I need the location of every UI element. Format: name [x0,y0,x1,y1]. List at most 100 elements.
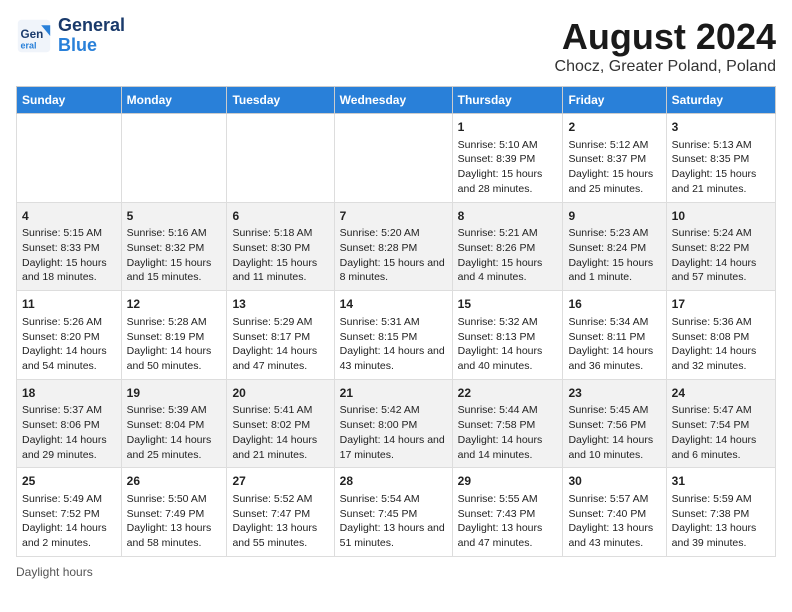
logo: Gen eral General Blue [16,16,125,56]
header-row: SundayMondayTuesdayWednesdayThursdayFrid… [17,87,776,114]
day-info: Sunrise: 5:28 AMSunset: 8:19 PMDaylight:… [127,315,222,374]
day-number: 5 [127,208,222,225]
day-info: Sunrise: 5:42 AMSunset: 8:00 PMDaylight:… [340,403,447,462]
day-cell-empty-2 [227,114,334,203]
day-cell-24: 24Sunrise: 5:47 AMSunset: 7:54 PMDayligh… [666,379,775,468]
day-info: Sunrise: 5:23 AMSunset: 8:24 PMDaylight:… [568,226,660,285]
day-cell-15: 15 Sunrise: 5:32 AMSunset: 8:13 PMDayligh… [452,291,563,380]
day-info: Sunrise: 5:18 AMSunset: 8:30 PMDaylight:… [232,226,328,285]
main-title: August 2024 [555,16,776,58]
subtitle: Chocz, Greater Poland, Poland [555,58,776,76]
svg-text:eral: eral [21,40,37,50]
day-number: 1 [458,119,558,136]
day-cell-8: 8Sunrise: 5:21 AMSunset: 8:26 PMDaylight… [452,202,563,291]
week-row-1: 1 Sunrise: 5:10 AMSunset: 8:39 PMDaylight… [17,114,776,203]
day-info: Sunrise: 5:20 AMSunset: 8:28 PMDaylight:… [340,226,447,285]
day-number: 15 [458,296,558,313]
day-info: Sunrise: 5:34 AMSunset: 8:11 PMDaylight:… [568,315,660,374]
day-number: 25 [22,473,116,490]
logo-line1: General [58,16,125,36]
day-info: Sunrise: 5:45 AMSunset: 7:56 PMDaylight:… [568,403,660,462]
day-number: 29 [458,473,558,490]
logo-line2: Blue [58,36,125,56]
week-row-4: 18Sunrise: 5:37 AMSunset: 8:06 PMDayligh… [17,379,776,468]
title-area: August 2024 Chocz, Greater Poland, Polan… [555,16,776,76]
day-cell-29: 29Sunrise: 5:55 AMSunset: 7:43 PMDayligh… [452,468,563,557]
day-info: Sunrise: 5:54 AMSunset: 7:45 PMDaylight:… [340,492,447,551]
footer-text: Daylight hours [16,565,93,579]
day-cell-4: 4Sunrise: 5:15 AMSunset: 8:33 PMDaylight… [17,202,122,291]
day-number: 23 [568,385,660,402]
col-header-tuesday: Tuesday [227,87,334,114]
day-number: 9 [568,208,660,225]
day-info: Sunrise: 5:47 AMSunset: 7:54 PMDaylight:… [672,403,770,462]
day-info: Sunrise: 5:59 AMSunset: 7:38 PMDaylight:… [672,492,770,551]
day-info: Sunrise: 5:37 AMSunset: 8:06 PMDaylight:… [22,403,116,462]
day-cell-empty-1 [121,114,227,203]
day-cell-5: 5Sunrise: 5:16 AMSunset: 8:32 PMDaylight… [121,202,227,291]
day-number: 21 [340,385,447,402]
day-number: 3 [672,119,770,136]
day-number: 24 [672,385,770,402]
day-cell-25: 25Sunrise: 5:49 AMSunset: 7:52 PMDayligh… [17,468,122,557]
col-header-wednesday: Wednesday [334,87,452,114]
day-cell-9: 9Sunrise: 5:23 AMSunset: 8:24 PMDaylight… [563,202,666,291]
day-number: 18 [22,385,116,402]
week-row-3: 11 Sunrise: 5:26 AMSunset: 8:20 PMDayligh… [17,291,776,380]
day-cell-27: 27 Sunrise: 5:52 AMSunset: 7:47 PMDayligh… [227,468,334,557]
svg-text:Gen: Gen [21,28,44,41]
col-header-saturday: Saturday [666,87,775,114]
header: Gen eral General Blue August 2024 Chocz,… [16,16,776,76]
day-cell-10: 10Sunrise: 5:24 AMSunset: 8:22 PMDayligh… [666,202,775,291]
day-cell-empty-3 [334,114,452,203]
day-cell-1: 1 Sunrise: 5:10 AMSunset: 8:39 PMDaylight… [452,114,563,203]
col-header-thursday: Thursday [452,87,563,114]
day-info: Sunrise: 5:31 AMSunset: 8:15 PMDaylight:… [340,315,447,374]
day-cell-21: 21Sunrise: 5:42 AMSunset: 8:00 PMDayligh… [334,379,452,468]
day-cell-26: 26Sunrise: 5:50 AMSunset: 7:49 PMDayligh… [121,468,227,557]
day-cell-19: 19Sunrise: 5:39 AMSunset: 8:04 PMDayligh… [121,379,227,468]
day-info: Sunrise: 5:52 AMSunset: 7:47 PMDaylight:… [232,492,328,551]
day-info: Sunrise: 5:44 AMSunset: 7:58 PMDaylight:… [458,403,558,462]
day-info: Sunrise: 5:26 AMSunset: 8:20 PMDaylight:… [22,315,116,374]
day-info: Sunrise: 5:24 AMSunset: 8:22 PMDaylight:… [672,226,770,285]
day-info: Sunrise: 5:15 AMSunset: 8:33 PMDaylight:… [22,226,116,285]
day-cell-30: 30Sunrise: 5:57 AMSunset: 7:40 PMDayligh… [563,468,666,557]
col-header-monday: Monday [121,87,227,114]
day-number: 17 [672,296,770,313]
day-number: 22 [458,385,558,402]
day-info: Sunrise: 5:13 AMSunset: 8:35 PMDaylight:… [672,138,770,197]
day-cell-28: 28Sunrise: 5:54 AMSunset: 7:45 PMDayligh… [334,468,452,557]
day-info: Sunrise: 5:16 AMSunset: 8:32 PMDaylight:… [127,226,222,285]
day-info: Sunrise: 5:10 AMSunset: 8:39 PMDaylight:… [458,138,558,197]
day-info: Sunrise: 5:39 AMSunset: 8:04 PMDaylight:… [127,403,222,462]
day-cell-13: 13Sunrise: 5:29 AMSunset: 8:17 PMDayligh… [227,291,334,380]
day-number: 14 [340,296,447,313]
day-cell-18: 18Sunrise: 5:37 AMSunset: 8:06 PMDayligh… [17,379,122,468]
week-row-2: 4Sunrise: 5:15 AMSunset: 8:33 PMDaylight… [17,202,776,291]
logo-text: General Blue [58,16,125,56]
calendar-table: SundayMondayTuesdayWednesdayThursdayFrid… [16,86,776,557]
day-info: Sunrise: 5:50 AMSunset: 7:49 PMDaylight:… [127,492,222,551]
week-row-5: 25Sunrise: 5:49 AMSunset: 7:52 PMDayligh… [17,468,776,557]
day-number: 19 [127,385,222,402]
day-info: Sunrise: 5:36 AMSunset: 8:08 PMDaylight:… [672,315,770,374]
day-info: Sunrise: 5:32 AMSunset: 8:13 PMDaylight:… [458,315,558,374]
day-number: 31 [672,473,770,490]
day-cell-17: 17 Sunrise: 5:36 AMSunset: 8:08 PMDayligh… [666,291,775,380]
day-cell-2: 2Sunrise: 5:12 AMSunset: 8:37 PMDaylight… [563,114,666,203]
day-number: 20 [232,385,328,402]
day-info: Sunrise: 5:41 AMSunset: 8:02 PMDaylight:… [232,403,328,462]
day-cell-12: 12Sunrise: 5:28 AMSunset: 8:19 PMDayligh… [121,291,227,380]
col-header-sunday: Sunday [17,87,122,114]
day-cell-16: 16Sunrise: 5:34 AMSunset: 8:11 PMDayligh… [563,291,666,380]
day-cell-6: 6Sunrise: 5:18 AMSunset: 8:30 PMDaylight… [227,202,334,291]
day-cell-23: 23Sunrise: 5:45 AMSunset: 7:56 PMDayligh… [563,379,666,468]
day-number: 27 [232,473,328,490]
day-number: 4 [22,208,116,225]
day-number: 11 [22,296,116,313]
day-cell-22: 22Sunrise: 5:44 AMSunset: 7:58 PMDayligh… [452,379,563,468]
day-number: 30 [568,473,660,490]
day-number: 10 [672,208,770,225]
day-number: 2 [568,119,660,136]
